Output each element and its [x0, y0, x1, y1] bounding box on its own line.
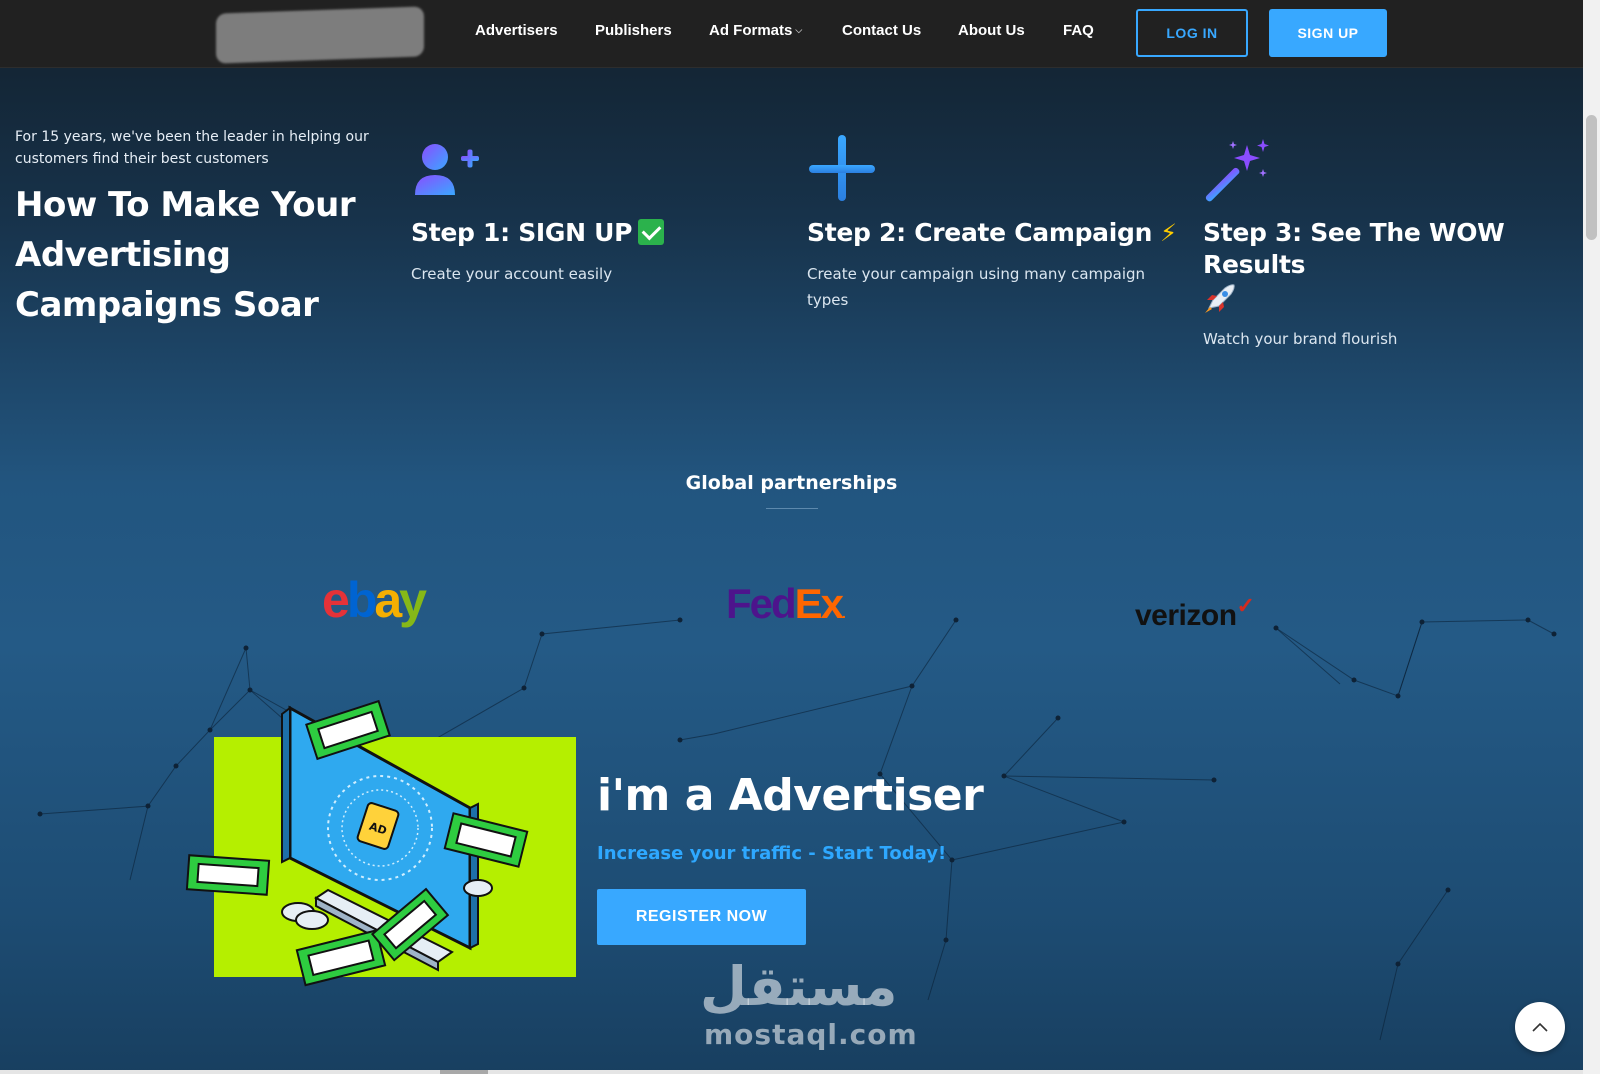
nav-item-advertisers[interactable]: Advertisers — [475, 22, 558, 39]
lightning-emoji: ⚡ — [1160, 219, 1177, 247]
step-description: Watch your brand flourish — [1203, 330, 1398, 348]
logo-part: y — [399, 572, 427, 628]
step-1: Step 1: SIGN UP Create your account easi… — [411, 135, 781, 287]
magic-wand-icon — [1205, 139, 1269, 202]
partners-title: Global partnerships — [685, 472, 898, 494]
step-title-text: Step 1: SIGN UP — [411, 218, 633, 247]
step-title: Step 2: Create Campaign ⚡ — [807, 217, 1177, 249]
step-description: Create your account easily — [411, 265, 613, 283]
nav-item-ad-formats[interactable]: Ad Formats ⌵ — [709, 22, 802, 39]
step-title: Step 3: See The WOW Results — [1203, 217, 1573, 314]
logo-part: b — [346, 572, 377, 628]
verizon-logo: verizon✓ — [1135, 588, 1255, 634]
step-title: Step 1: SIGN UP — [411, 217, 781, 249]
nav-item-publishers[interactable]: Publishers — [595, 22, 672, 39]
logo-part: Fed — [726, 580, 797, 627]
logo-part: ✓ — [1236, 593, 1255, 618]
site-logo[interactable] — [216, 6, 424, 64]
logo-part: Ex — [794, 580, 844, 627]
ebay-logo: ebay — [322, 572, 427, 628]
signup-button[interactable]: SIGN UP — [1269, 9, 1387, 57]
add-user-icon — [415, 144, 479, 195]
intro-title: How To Make Your Advertising Campaigns S… — [15, 185, 356, 325]
logo-part: verizon — [1135, 599, 1237, 632]
nav-item-contact-us[interactable]: Contact Us — [842, 22, 921, 39]
check-mark-emoji — [638, 219, 665, 245]
register-now-button[interactable]: REGISTER NOW — [597, 889, 806, 945]
rocket-emoji — [1205, 284, 1235, 313]
scroll-thumb[interactable] — [440, 1070, 488, 1074]
vertical-scrollbar[interactable] — [1583, 0, 1600, 1074]
chevron-up-icon — [1532, 1022, 1548, 1032]
logo-part: e — [322, 572, 350, 628]
site-header: Advertisers Publishers Ad Formats ⌵ Conta… — [0, 0, 1583, 68]
logo-part: a — [374, 572, 402, 628]
step-title-text: Step 3: See The WOW Results — [1203, 218, 1505, 279]
plus-icon — [809, 135, 875, 201]
logo-part: . — [842, 605, 846, 621]
nav-item-faq[interactable]: FAQ — [1063, 22, 1094, 39]
fedex-logo: FedEx. — [726, 580, 846, 637]
watermark-arabic: مستقل — [700, 955, 898, 1018]
horizontal-scrollbar[interactable] — [0, 1070, 1583, 1074]
nav-item-label: Ad Formats — [709, 22, 793, 39]
step-3: Step 3: See The WOW Results Watch your b… — [1203, 135, 1573, 352]
step-title-text: Step 2: Create Campaign — [807, 218, 1153, 247]
advertiser-subtitle: Increase your traffic - Start Today! — [597, 843, 947, 864]
advertiser-title: i'm a Advertiser — [597, 770, 984, 821]
divider — [766, 508, 818, 509]
back-to-top-button[interactable] — [1515, 1002, 1565, 1052]
watermark: mostaql.com — [704, 1018, 918, 1051]
login-button[interactable]: LOG IN — [1136, 9, 1248, 57]
page: Advertisers Publishers Ad Formats ⌵ Conta… — [0, 0, 1583, 1074]
ad-monitor-illustration: AD — [185, 699, 529, 987]
step-2: Step 2: Create Campaign ⚡ Create your cam… — [807, 135, 1177, 313]
nav-item-about-us[interactable]: About Us — [958, 22, 1025, 39]
step-description: Create your campaign using many campaign… — [807, 265, 1146, 309]
chevron-down-icon: ⌵ — [795, 25, 803, 35]
intro-subtitle: For 15 years, we've been the leader in h… — [15, 129, 369, 167]
scroll-thumb[interactable] — [1586, 115, 1597, 240]
